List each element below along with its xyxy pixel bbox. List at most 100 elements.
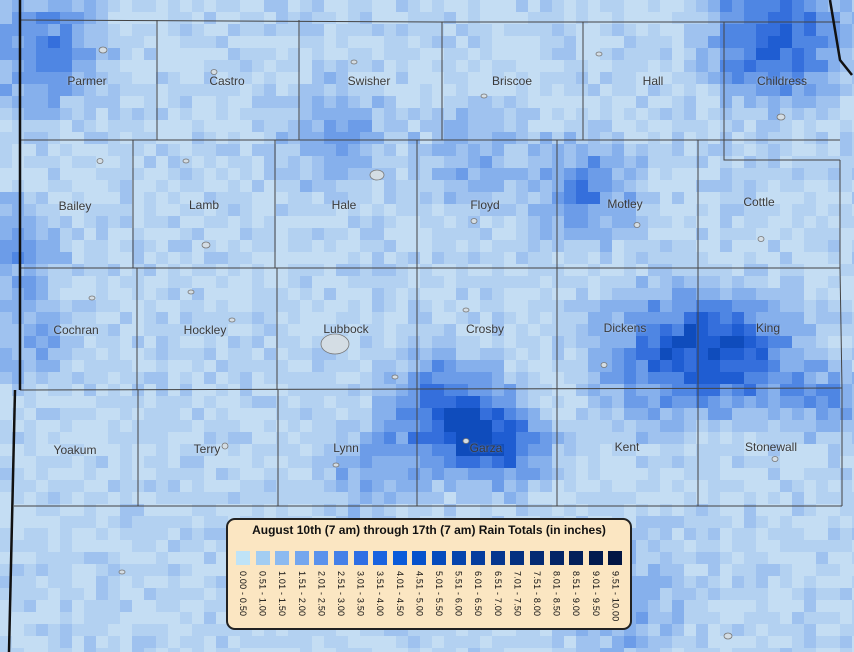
precip-cell	[756, 264, 768, 276]
precip-cell	[816, 456, 828, 468]
precip-cell	[828, 276, 840, 288]
precip-cell	[288, 228, 300, 240]
precip-cell	[420, 408, 432, 420]
precip-cell	[12, 336, 24, 348]
precip-cell	[60, 528, 72, 540]
precip-cell	[552, 216, 564, 228]
precip-cell	[720, 204, 732, 216]
precip-cell	[300, 324, 312, 336]
precip-cell	[708, 552, 720, 564]
precip-cell	[372, 264, 384, 276]
precip-cell	[24, 72, 36, 84]
precip-cell	[36, 492, 48, 504]
precip-cell	[792, 264, 804, 276]
precip-cell	[420, 636, 432, 648]
precip-cell	[36, 624, 48, 636]
precip-cell	[96, 192, 108, 204]
precip-cell	[420, 0, 432, 12]
precip-cell	[732, 612, 744, 624]
precip-cell	[312, 12, 324, 24]
precip-cell	[288, 348, 300, 360]
legend-swatch	[236, 551, 250, 565]
precip-cell	[696, 588, 708, 600]
precip-cell	[132, 168, 144, 180]
precip-cell	[84, 420, 96, 432]
precip-cell	[828, 564, 840, 576]
precip-cell	[216, 168, 228, 180]
legend-bin: 6.01 - 6.50	[469, 551, 488, 627]
precip-cell	[192, 624, 204, 636]
precip-cell	[228, 252, 240, 264]
precip-cell	[504, 144, 516, 156]
precip-cell	[792, 252, 804, 264]
precip-cell	[768, 228, 780, 240]
precip-cell	[708, 108, 720, 120]
precip-cell	[192, 120, 204, 132]
precip-cell	[840, 552, 852, 564]
precip-cell	[468, 168, 480, 180]
county-label-cottle: Cottle	[743, 195, 775, 209]
precip-cell	[708, 612, 720, 624]
precip-cell	[720, 396, 732, 408]
precip-cell	[276, 96, 288, 108]
precip-cell	[804, 228, 816, 240]
precip-cell	[780, 60, 792, 72]
precip-cell	[420, 480, 432, 492]
precip-cell	[144, 456, 156, 468]
precip-cell	[0, 432, 12, 444]
precip-cell	[528, 228, 540, 240]
precip-cell	[456, 72, 468, 84]
legend-bin: 3.01 - 3.50	[352, 551, 371, 627]
precip-cell	[468, 156, 480, 168]
precip-cell	[252, 480, 264, 492]
precip-cell	[648, 240, 660, 252]
precip-cell	[108, 192, 120, 204]
precip-cell	[72, 228, 84, 240]
precip-cell	[588, 96, 600, 108]
precip-cell	[396, 108, 408, 120]
precip-cell	[648, 444, 660, 456]
precip-cell	[600, 468, 612, 480]
precip-cell	[120, 216, 132, 228]
precip-cell	[660, 300, 672, 312]
precip-cell	[780, 516, 792, 528]
precip-cell	[216, 288, 228, 300]
precip-cell	[768, 300, 780, 312]
precip-cell	[144, 192, 156, 204]
precip-cell	[60, 600, 72, 612]
precip-cell	[792, 24, 804, 36]
precip-cell	[492, 396, 504, 408]
precip-cell	[168, 192, 180, 204]
precip-cell	[756, 600, 768, 612]
precip-cell	[468, 480, 480, 492]
precip-cell	[672, 396, 684, 408]
precip-cell	[240, 300, 252, 312]
precip-cell	[120, 36, 132, 48]
precip-cell	[84, 240, 96, 252]
precip-cell	[768, 636, 780, 648]
precip-cell	[504, 60, 516, 72]
precip-cell	[444, 312, 456, 324]
precip-cell	[840, 0, 852, 12]
precip-cell	[420, 432, 432, 444]
precip-cell	[60, 144, 72, 156]
precip-cell	[672, 612, 684, 624]
precip-cell	[264, 372, 276, 384]
precip-cell	[468, 360, 480, 372]
town-marker	[98, 46, 108, 54]
precip-cell	[276, 0, 288, 12]
precip-cell	[24, 312, 36, 324]
precip-cell	[420, 468, 432, 480]
precip-cell	[336, 264, 348, 276]
precip-cell	[216, 492, 228, 504]
precip-cell	[672, 228, 684, 240]
precip-cell	[168, 48, 180, 60]
precip-cell	[732, 576, 744, 588]
precip-cell	[804, 492, 816, 504]
precip-cell	[144, 444, 156, 456]
precip-cell	[756, 336, 768, 348]
precip-cell	[828, 612, 840, 624]
precip-cell	[120, 240, 132, 252]
precip-cell	[336, 36, 348, 48]
precip-cell	[72, 372, 84, 384]
